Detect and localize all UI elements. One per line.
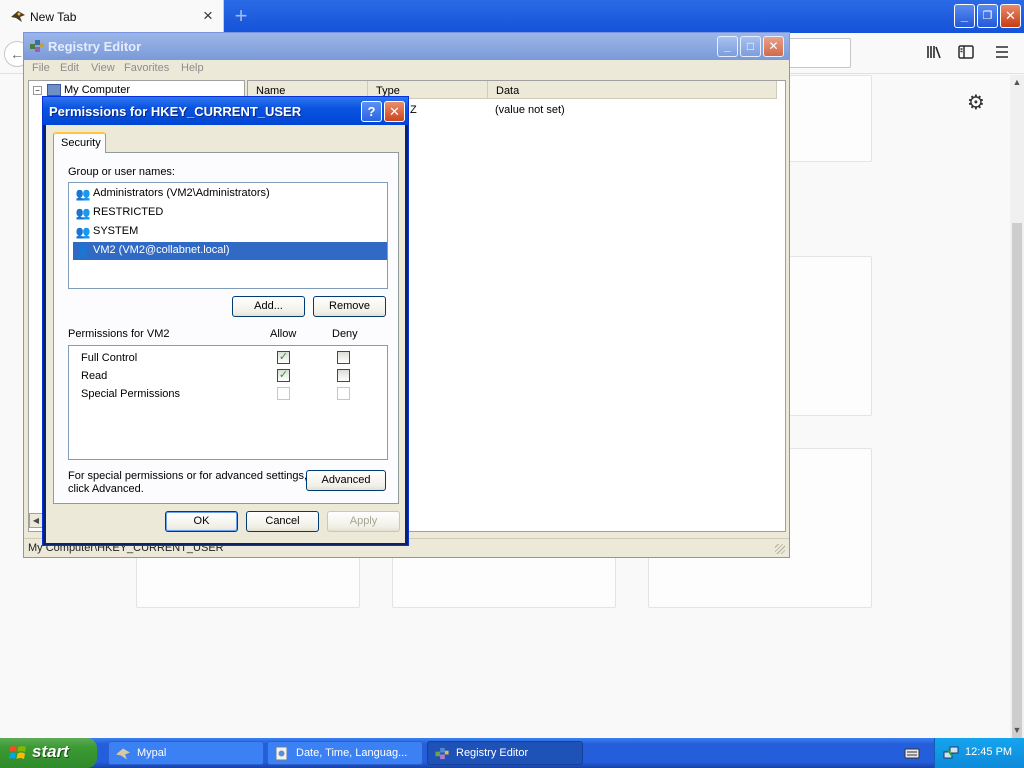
permissions-dialog: Permissions for HKEY_CURRENT_USER ? ✕ Se… [42, 96, 409, 546]
group-label: Group or user names: [68, 166, 175, 178]
menu-file[interactable]: File [32, 62, 50, 74]
library-icon[interactable] [925, 43, 943, 61]
control-panel-icon [275, 746, 288, 761]
sidebar-icon[interactable] [957, 43, 975, 61]
keyboard-icon[interactable] [904, 746, 920, 760]
dialog-title-bar[interactable]: Permissions for HKEY_CURRENT_USER ? ✕ [43, 97, 408, 125]
permission-row-label: Read [81, 370, 108, 382]
registry-maximize-button[interactable]: □ [740, 36, 761, 57]
dialog-title: Permissions for HKEY_CURRENT_USER [49, 104, 302, 119]
permissions-list: Full Control ✓ Read ✓ Special Permission… [68, 345, 388, 460]
list-item[interactable]: 👥 RESTRICTED [73, 204, 387, 222]
tab-title: New Tab [30, 10, 77, 24]
start-button[interactable]: start [0, 738, 97, 768]
tab-security[interactable]: Security [53, 132, 106, 153]
menu-view[interactable]: View [91, 62, 115, 74]
column-header-data[interactable]: Data [488, 81, 777, 99]
scrollbar-thumb[interactable] [1012, 223, 1022, 768]
advanced-hint: For special permissions or for advanced … [68, 470, 308, 482]
taskbar-item-registry-editor[interactable]: Registry Editor [427, 741, 583, 765]
advanced-button[interactable]: Advanced [306, 470, 386, 491]
special-allow-checkbox [277, 387, 290, 400]
hamburger-menu-icon[interactable] [993, 43, 1011, 61]
clock[interactable]: 12:45 PM [965, 746, 1012, 758]
scroll-left-icon[interactable]: ◀ [29, 513, 43, 528]
special-deny-checkbox [337, 387, 350, 400]
value-type: Z [410, 104, 417, 116]
scroll-up-icon[interactable]: ▲ [1010, 75, 1024, 89]
computer-icon [47, 84, 61, 97]
collapse-icon[interactable]: − [33, 85, 42, 95]
browser-minimize-button[interactable]: _ [954, 4, 975, 28]
advanced-hint-2: click Advanced. [68, 483, 144, 495]
menu-help[interactable]: Help [181, 62, 204, 74]
tab-close-icon[interactable]: × [200, 7, 216, 25]
full-control-allow-checkbox[interactable]: ✓ [277, 351, 290, 364]
browser-tab-bar: New Tab × + _ ❐ ✕ [0, 0, 1024, 33]
registry-icon [435, 747, 449, 760]
list-item-selected[interactable]: 👤 VM2 (VM2@collabnet.local) [73, 242, 387, 260]
permission-row-label: Full Control [81, 352, 138, 364]
windows-logo-icon [9, 746, 26, 759]
mypal-icon [11, 11, 25, 22]
allow-header: Allow [270, 328, 297, 340]
user-group-icon: 👥 [75, 206, 91, 220]
list-item[interactable]: 👥 SYSTEM [73, 223, 387, 241]
network-icon[interactable] [943, 745, 959, 761]
registry-icon [30, 40, 44, 52]
dialog-body: Security Group or user names: 👥 Administr… [46, 125, 405, 543]
scroll-down-icon[interactable]: ▼ [1010, 723, 1024, 737]
security-tab-panel: Group or user names: 👥 Administrators (VM… [53, 152, 399, 504]
browser-close-button[interactable]: ✕ [1000, 4, 1021, 28]
ok-button[interactable]: OK [165, 511, 238, 532]
read-allow-checkbox[interactable]: ✓ [277, 369, 290, 382]
registry-title-bar[interactable]: Registry Editor _ □ ✕ [24, 33, 789, 60]
dialog-close-button[interactable]: ✕ [384, 101, 405, 122]
deny-header: Deny [332, 328, 358, 340]
registry-title: Registry Editor [48, 39, 142, 54]
add-button[interactable]: Add... [232, 296, 305, 317]
remove-button[interactable]: Remove [313, 296, 386, 317]
permission-row-label: Special Permissions [81, 388, 181, 400]
start-label: start [32, 742, 69, 761]
list-item[interactable]: 👥 Administrators (VM2\Administrators) [73, 185, 387, 203]
mypal-icon [116, 748, 130, 760]
gear-icon[interactable]: ⚙ [966, 93, 986, 113]
tree-node-my-computer[interactable]: − My Computer [33, 84, 130, 97]
user-icon: 👤 [75, 244, 91, 258]
apply-button: Apply [327, 511, 400, 532]
taskbar-item-date-time[interactable]: Date, Time, Languag... [267, 741, 423, 765]
resize-grip[interactable] [775, 544, 785, 554]
browser-tab[interactable]: New Tab × [0, 0, 224, 33]
browser-scrollbar[interactable]: ▲ ▼ [1010, 75, 1024, 768]
registry-close-button[interactable]: ✕ [763, 36, 784, 57]
full-control-deny-checkbox[interactable] [337, 351, 350, 364]
user-group-icon: 👥 [75, 187, 91, 201]
help-button[interactable]: ? [361, 101, 382, 122]
menu-favorites[interactable]: Favorites [124, 62, 169, 74]
menu-edit[interactable]: Edit [60, 62, 79, 74]
read-deny-checkbox[interactable] [337, 369, 350, 382]
registry-minimize-button[interactable]: _ [717, 36, 738, 57]
system-tray: 12:45 PM [934, 738, 1024, 768]
user-list[interactable]: 👥 Administrators (VM2\Administrators) 👥 RE… [68, 182, 388, 289]
permissions-label: Permissions for VM2 [68, 328, 170, 340]
browser-restore-button[interactable]: ❐ [977, 4, 998, 28]
new-tab-button[interactable]: + [230, 3, 252, 29]
value-data: (value not set) [495, 104, 565, 116]
registry-menu-bar: File Edit View Favorites Help [24, 60, 789, 78]
user-group-icon: 👥 [75, 225, 91, 239]
taskbar-item-mypal[interactable]: Mypal [108, 741, 264, 765]
taskbar: start Mypal Date, Time, Languag... Regis… [0, 738, 1024, 768]
cancel-button[interactable]: Cancel [246, 511, 319, 532]
